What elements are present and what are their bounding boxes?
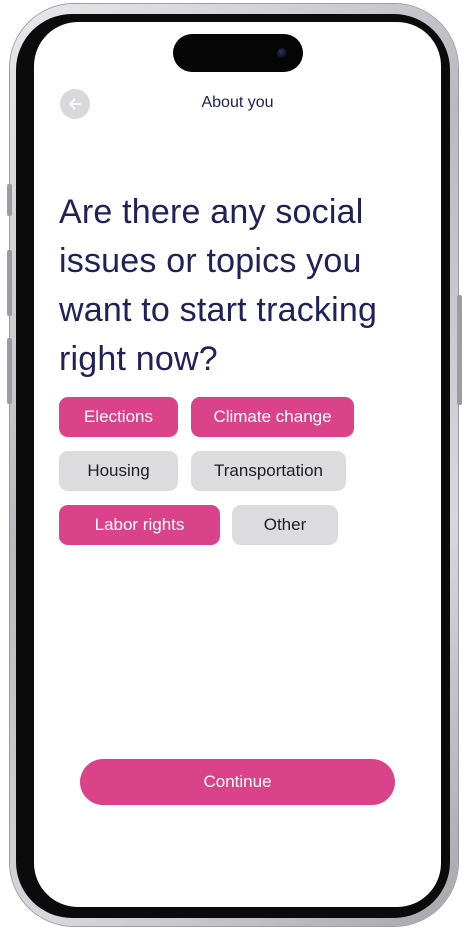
page-title: About you [201,94,274,111]
camera-icon [277,48,287,58]
topic-chip-other[interactable]: Other [232,505,338,545]
topic-chip-climate-change[interactable]: Climate change [191,397,354,437]
topic-chip-elections[interactable]: Elections [59,397,178,437]
dynamic-island [173,34,303,72]
volume-down-button [7,338,12,404]
action-button [7,184,12,216]
power-button [457,295,462,405]
question-heading: Are there any social issues or topics yo… [59,193,378,378]
volume-up-button [7,250,12,316]
screen: About you Are there any social issues or… [34,22,441,907]
topic-chip-transportation[interactable]: Transportation [191,451,346,491]
topic-chip-labor-rights[interactable]: Labor rights [59,505,220,545]
continue-button[interactable]: Continue [80,759,395,805]
topic-chip-housing[interactable]: Housing [59,451,178,491]
